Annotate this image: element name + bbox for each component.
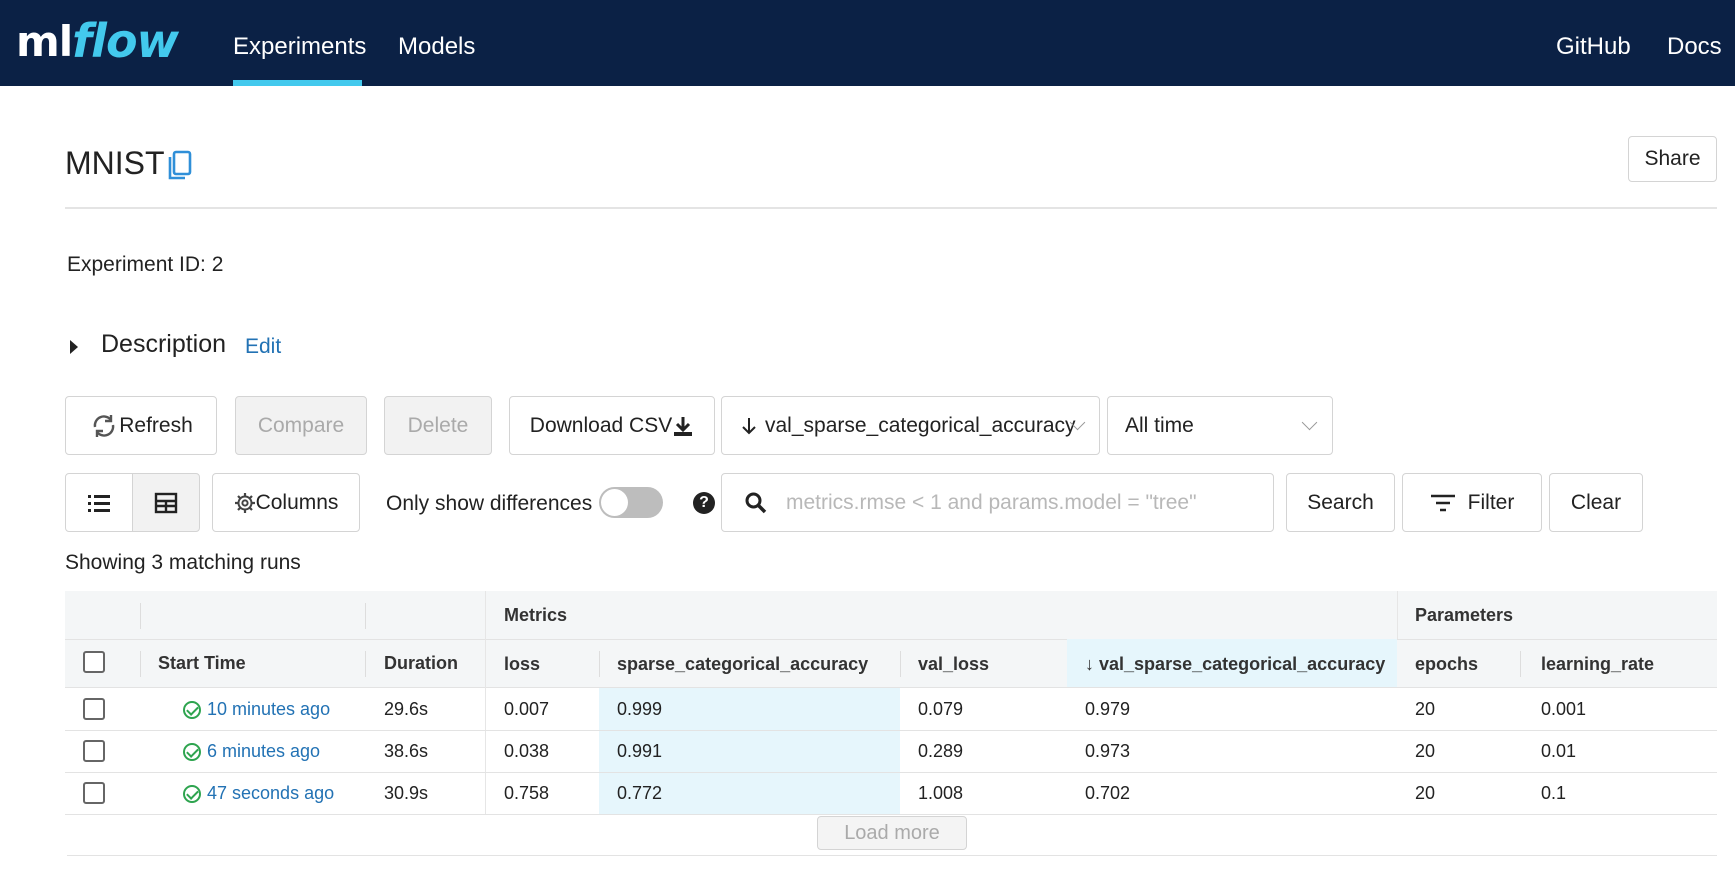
sort-by-select[interactable]: val_sparse_categorical_accuracy — [721, 396, 1100, 455]
table-footer-line — [67, 855, 1717, 856]
run-learning-rate: 0.01 — [1541, 741, 1577, 761]
column-header-val-sparse-categorical-accuracy[interactable]: ↓ val_sparse_categorical_accuracy — [1085, 654, 1385, 675]
refresh-icon — [93, 414, 115, 437]
run-epochs: 20 — [1415, 741, 1436, 761]
columns-button[interactable]: Columns — [212, 473, 360, 532]
run-epochs: 20 — [1415, 783, 1436, 803]
edit-description-link[interactable]: Edit — [245, 335, 281, 359]
time-range-select[interactable]: All time — [1107, 396, 1333, 455]
search-box — [721, 473, 1274, 532]
download-csv-label: Download CSV — [529, 413, 673, 437]
matching-runs-count: Showing 3 matching runs — [65, 551, 301, 574]
search-icon — [745, 492, 767, 514]
share-button[interactable]: Share — [1628, 136, 1717, 182]
row-checkbox[interactable] — [83, 782, 105, 804]
experiment-id-label: Experiment ID: — [67, 253, 206, 276]
column-header-start-time[interactable]: Start Time — [158, 653, 246, 674]
refresh-button[interactable]: Refresh — [65, 396, 217, 455]
check-circle-icon — [183, 785, 201, 803]
run-start-time-link[interactable]: 10 minutes ago — [207, 699, 330, 720]
column-header-val-loss[interactable]: val_loss — [918, 654, 989, 675]
run-val-sca: 0.979 — [1085, 699, 1131, 719]
row-checkbox[interactable] — [83, 740, 105, 762]
table-view-button[interactable] — [132, 473, 200, 532]
nav-tab-models[interactable]: Models — [398, 0, 475, 86]
run-loss: 0.007 — [504, 699, 550, 719]
nav-tab-experiments[interactable]: Experiments — [233, 0, 366, 86]
compare-button[interactable]: Compare — [235, 396, 367, 455]
filter-icon — [1430, 494, 1455, 511]
experiment-id: Experiment ID: 2 — [67, 253, 223, 277]
list-icon — [88, 494, 110, 512]
column-header-val-sca-label: val_sparse_categorical_accuracy — [1099, 654, 1386, 674]
row-checkbox[interactable] — [83, 698, 105, 720]
run-val-loss: 0.289 — [918, 741, 964, 761]
metrics-group-header: Metrics — [504, 605, 568, 625]
select-all-checkbox[interactable] — [83, 651, 105, 673]
only-show-differences-label: Only show differences — [386, 492, 593, 515]
page-title: MNIST — [65, 145, 165, 181]
run-learning-rate: 0.001 — [1541, 699, 1587, 719]
download-icon — [674, 416, 693, 436]
nav-link-docs[interactable]: Docs — [1667, 0, 1722, 86]
run-duration: 30.9s — [384, 783, 429, 803]
run-sca: 0.772 — [617, 783, 663, 803]
caret-right-icon[interactable] — [70, 340, 78, 354]
check-circle-icon — [183, 743, 201, 761]
nav-link-github[interactable]: GitHub — [1556, 0, 1631, 86]
filter-button[interactable]: Filter — [1402, 473, 1542, 532]
chevron-down-icon — [1301, 414, 1318, 431]
run-sca: 0.991 — [617, 741, 663, 761]
column-header-learning-rate[interactable]: learning_rate — [1541, 654, 1654, 675]
column-header-loss[interactable]: loss — [504, 654, 540, 675]
run-learning-rate: 0.1 — [1541, 783, 1567, 803]
run-loss: 0.758 — [504, 783, 550, 803]
arrow-down-icon — [742, 417, 756, 434]
run-start-time-link[interactable]: 47 seconds ago — [207, 783, 334, 804]
only-show-differences-toggle[interactable] — [599, 487, 663, 518]
column-header-epochs[interactable]: epochs — [1415, 654, 1478, 675]
check-circle-icon — [183, 701, 201, 719]
time-range-value: All time — [1125, 413, 1194, 437]
column-header-sparse-categorical-accuracy[interactable]: sparse_categorical_accuracy — [617, 654, 868, 675]
run-val-sca: 0.702 — [1085, 783, 1131, 803]
run-epochs: 20 — [1415, 699, 1436, 719]
run-start-time-link[interactable]: 6 minutes ago — [207, 741, 320, 762]
search-input[interactable] — [784, 484, 1258, 522]
delete-button[interactable]: Delete — [384, 396, 492, 455]
run-sca: 0.999 — [617, 699, 663, 719]
run-loss: 0.038 — [504, 741, 550, 761]
run-val-loss: 1.008 — [918, 783, 964, 803]
copy-icon[interactable] — [167, 150, 193, 182]
header-divider — [65, 207, 1717, 209]
question-circle-icon[interactable]: ? — [693, 492, 715, 514]
run-duration: 29.6s — [384, 699, 429, 719]
gear-icon — [234, 492, 255, 513]
description-toggle[interactable]: Description — [101, 330, 226, 359]
load-more-button[interactable]: Load more — [817, 816, 967, 850]
filter-label: Filter — [1467, 490, 1515, 514]
column-header-duration[interactable]: Duration — [384, 653, 458, 674]
table-icon — [154, 492, 178, 513]
clear-button[interactable]: Clear — [1549, 473, 1643, 532]
sort-by-value: val_sparse_categorical_accuracy — [765, 413, 1076, 437]
header-divider-line — [65, 639, 1717, 640]
toggle-knob — [601, 489, 628, 516]
run-val-sca: 0.973 — [1085, 741, 1131, 761]
download-csv-button[interactable]: Download CSV — [509, 396, 715, 455]
sort-desc-arrow-icon: ↓ — [1085, 654, 1094, 674]
refresh-label: Refresh — [119, 413, 193, 437]
experiment-id-value: 2 — [211, 253, 224, 276]
mlflow-logo[interactable]: ml flow — [16, 8, 179, 74]
run-duration: 38.6s — [384, 741, 429, 761]
run-val-loss: 0.079 — [918, 699, 964, 719]
parameters-group-header: Parameters — [1415, 605, 1514, 625]
list-view-button[interactable] — [65, 473, 133, 532]
columns-label: Columns — [255, 490, 339, 514]
logo-flow-text: flow — [72, 14, 179, 68]
logo-ml-text: ml — [16, 16, 73, 66]
top-navbar: ml flow Experiments Models GitHub Docs — [0, 0, 1735, 86]
search-button[interactable]: Search — [1286, 473, 1395, 532]
